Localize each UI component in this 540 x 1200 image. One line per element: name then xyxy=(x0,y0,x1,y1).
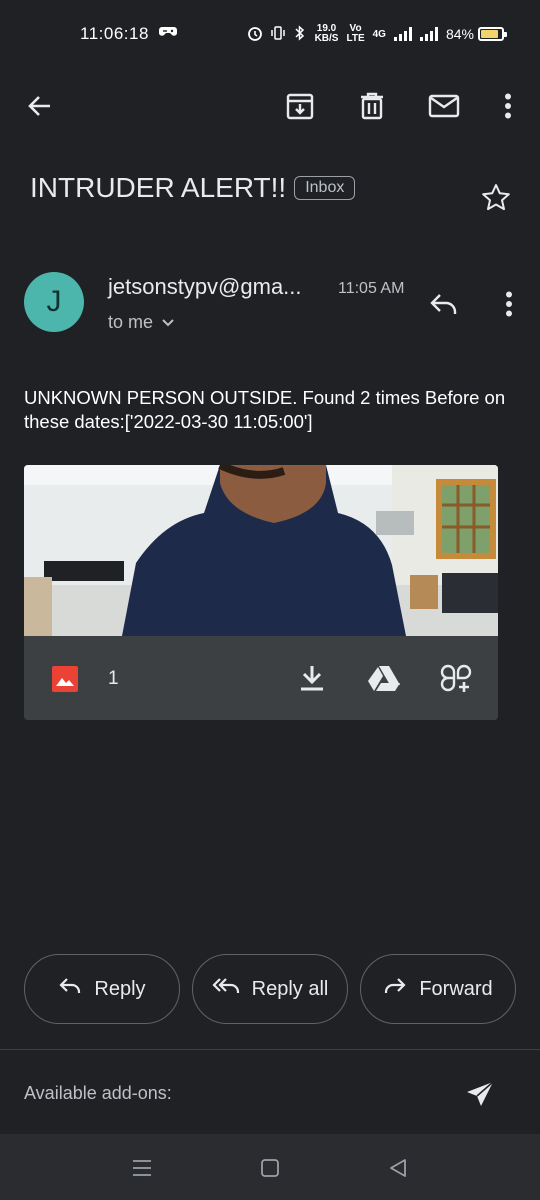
sender-more-icon[interactable] xyxy=(492,282,526,326)
alarm-icon xyxy=(247,25,263,44)
reply-icon xyxy=(58,976,82,1002)
reply-icon[interactable] xyxy=(422,282,466,326)
delete-icon[interactable] xyxy=(348,80,396,132)
sender-header: J jetsonstypv@gma... 11:05 AM to me xyxy=(24,272,522,336)
divider xyxy=(0,1049,540,1050)
avatar[interactable]: J xyxy=(24,272,84,332)
email-body: UNKNOWN PERSON OUTSIDE. Found 2 times Be… xyxy=(24,387,506,432)
reply-button[interactable]: Reply xyxy=(24,954,180,1024)
system-nav-bar xyxy=(0,1134,540,1200)
recent-apps-icon[interactable] xyxy=(122,1152,162,1184)
signal-icon xyxy=(393,27,412,41)
subject-row: INTRUDER ALERT!! Inbox xyxy=(30,168,520,211)
back-arrow-icon[interactable] xyxy=(16,80,64,132)
status-time: 11:06:18 xyxy=(80,24,149,43)
addons-label: Available add-ons: xyxy=(24,1083,172,1103)
chevron-down-icon xyxy=(161,312,175,333)
image-icon xyxy=(52,666,78,697)
archive-icon[interactable] xyxy=(276,80,324,132)
mark-unread-icon[interactable] xyxy=(420,80,468,132)
status-bar: 11:06:18 19.0 KB/S Vo LTE 4G 84% xyxy=(0,0,540,68)
download-icon[interactable] xyxy=(290,656,334,700)
forward-icon xyxy=(383,976,407,1002)
drive-icon[interactable] xyxy=(362,656,406,700)
reply-all-button[interactable]: Reply all xyxy=(192,954,348,1024)
back-nav-icon[interactable] xyxy=(378,1152,418,1184)
inbox-label[interactable]: Inbox xyxy=(294,176,356,200)
reply-all-icon xyxy=(212,976,240,1002)
volte-indicator: Vo LTE xyxy=(346,23,365,44)
battery-icon xyxy=(478,27,507,41)
star-icon[interactable] xyxy=(480,182,512,219)
attachment-card[interactable]: 1 xyxy=(24,465,498,720)
email-subject: INTRUDER ALERT!! xyxy=(30,172,287,203)
more-vert-icon[interactable] xyxy=(484,80,532,132)
bluetooth-icon xyxy=(293,24,307,44)
email-time: 11:05 AM xyxy=(338,280,405,297)
send-icon[interactable] xyxy=(458,1072,502,1116)
attachment-count: 1 xyxy=(108,668,119,689)
sender-name[interactable]: jetsonstypv@gma... xyxy=(108,274,302,300)
attachment-photo[interactable] xyxy=(24,465,498,636)
forward-label: Forward xyxy=(419,977,493,1000)
battery: 84% xyxy=(445,26,507,42)
battery-percent: 84% xyxy=(445,26,474,42)
home-icon[interactable] xyxy=(250,1152,290,1184)
add-to-photos-icon[interactable] xyxy=(434,656,478,700)
game-controller-icon xyxy=(158,25,177,43)
network-type: 4G xyxy=(372,28,386,40)
recipient-details[interactable]: to me xyxy=(108,312,175,333)
message-toolbar xyxy=(0,80,540,132)
forward-button[interactable]: Forward xyxy=(360,954,516,1024)
network-speed: 19.0 KB/S xyxy=(314,23,339,44)
recipient-label: to me xyxy=(108,312,154,332)
signal-icon-2 xyxy=(419,27,438,41)
reply-label: Reply xyxy=(94,977,146,1000)
attachment-bar: 1 xyxy=(24,636,498,720)
reply-all-label: Reply all xyxy=(251,977,329,1000)
vibrate-icon xyxy=(270,25,285,43)
